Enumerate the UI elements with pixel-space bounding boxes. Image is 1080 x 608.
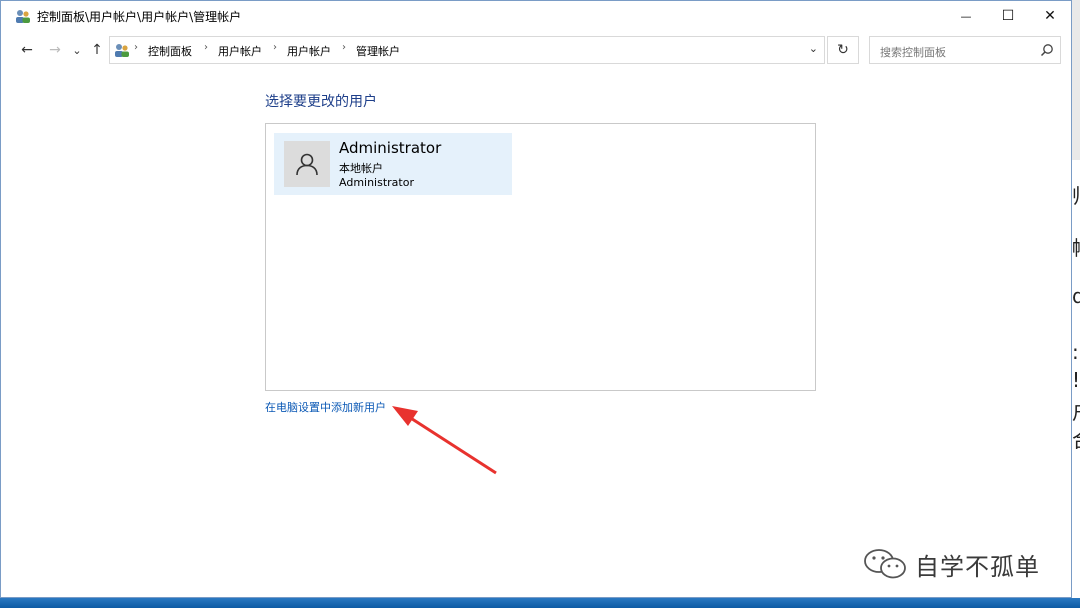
background-glyph: 帅 [1072,180,1080,209]
breadcrumb-separator: › [273,42,277,53]
arrow-right-icon: → [49,42,61,58]
breadcrumb-manage-accounts[interactable]: 管理帐户 [356,43,400,59]
address-bar[interactable]: › 控制面板 › 用户帐户 › 用户帐户 › 管理帐户 ⌄ [109,36,825,64]
maximize-icon: ☐ [1001,8,1015,24]
avatar [284,141,330,187]
breadcrumb-control-panel[interactable]: 控制面板 [148,43,192,59]
users-icon [16,10,30,23]
user-list: Administrator 本地帐户 Administrator [265,123,816,391]
search-input[interactable]: 搜索控制面板 [869,36,1061,64]
page-title: 选择要更改的用户 [265,94,377,110]
minimize-icon: — [960,9,972,23]
background-glyph: 户 [1072,396,1080,425]
wechat-icon [864,549,906,579]
users-icon [115,44,129,57]
breadcrumb-separator: › [204,42,208,53]
navigation-bar: ← → ⌄ ↑ › 控制面板 › 用户帐户 › 用户帐户 › 管理帐户 ⌄ ↻ … [1,35,1071,65]
watermark-text: 自学不孤单 [915,552,1040,581]
add-new-user-link[interactable]: 在电脑设置中添加新用户 [265,399,386,415]
chevron-down-icon: ⌄ [72,43,82,57]
close-button[interactable]: ✕ [1027,1,1073,31]
arrow-up-icon: ↑ [91,42,103,58]
search-placeholder: 搜索控制面板 [880,46,946,59]
window-title: 控制面板\用户帐户\用户帐户\管理帐户 [37,10,242,24]
arrow-left-icon: ← [21,42,33,58]
user-account-type: 本地帐户 [339,162,383,175]
background-glyph: 帐 [1072,232,1080,261]
user-group: Administrator [339,176,414,189]
title-bar: 控制面板\用户帐户\用户帐户\管理帐户 — ☐ ✕ [1,1,1071,31]
forward-button[interactable]: → [45,39,65,61]
address-dropdown-icon[interactable]: ⌄ [809,42,818,55]
recent-locations-button[interactable]: ⌄ [67,39,87,61]
breadcrumb-separator: › [342,42,346,53]
user-name: Administrator [339,139,442,157]
taskbar-edge [0,598,1080,608]
user-tile-administrator[interactable]: Administrator 本地帐户 Administrator [274,133,512,195]
minimize-button[interactable]: — [943,1,989,31]
breadcrumb-user-accounts[interactable]: 用户帐户 [218,43,262,59]
maximize-button[interactable]: ☐ [985,1,1031,31]
refresh-button[interactable]: ↻ [827,36,859,64]
back-button[interactable]: ← [17,39,37,61]
up-button[interactable]: ↑ [87,39,107,61]
background-glyph: 合 [1072,424,1080,453]
breadcrumb-user-accounts-sub[interactable]: 用户帐户 [287,43,331,59]
background-glyph: : [1072,340,1079,364]
search-icon [1040,44,1053,57]
user-icon [296,153,318,176]
annotation-arrow [392,406,497,475]
background-glyph: d [1072,284,1080,308]
control-panel-window: 控制面板\用户帐户\用户帐户\管理帐户 — ☐ ✕ ← → ⌄ ↑ › 控制面板… [0,0,1072,598]
close-icon: ✕ [1044,8,1056,24]
background-glyph: !. [1072,368,1080,392]
watermark: 自学不孤单 [863,544,1040,584]
refresh-icon: ↻ [837,42,849,58]
breadcrumb-separator: › [134,42,138,53]
